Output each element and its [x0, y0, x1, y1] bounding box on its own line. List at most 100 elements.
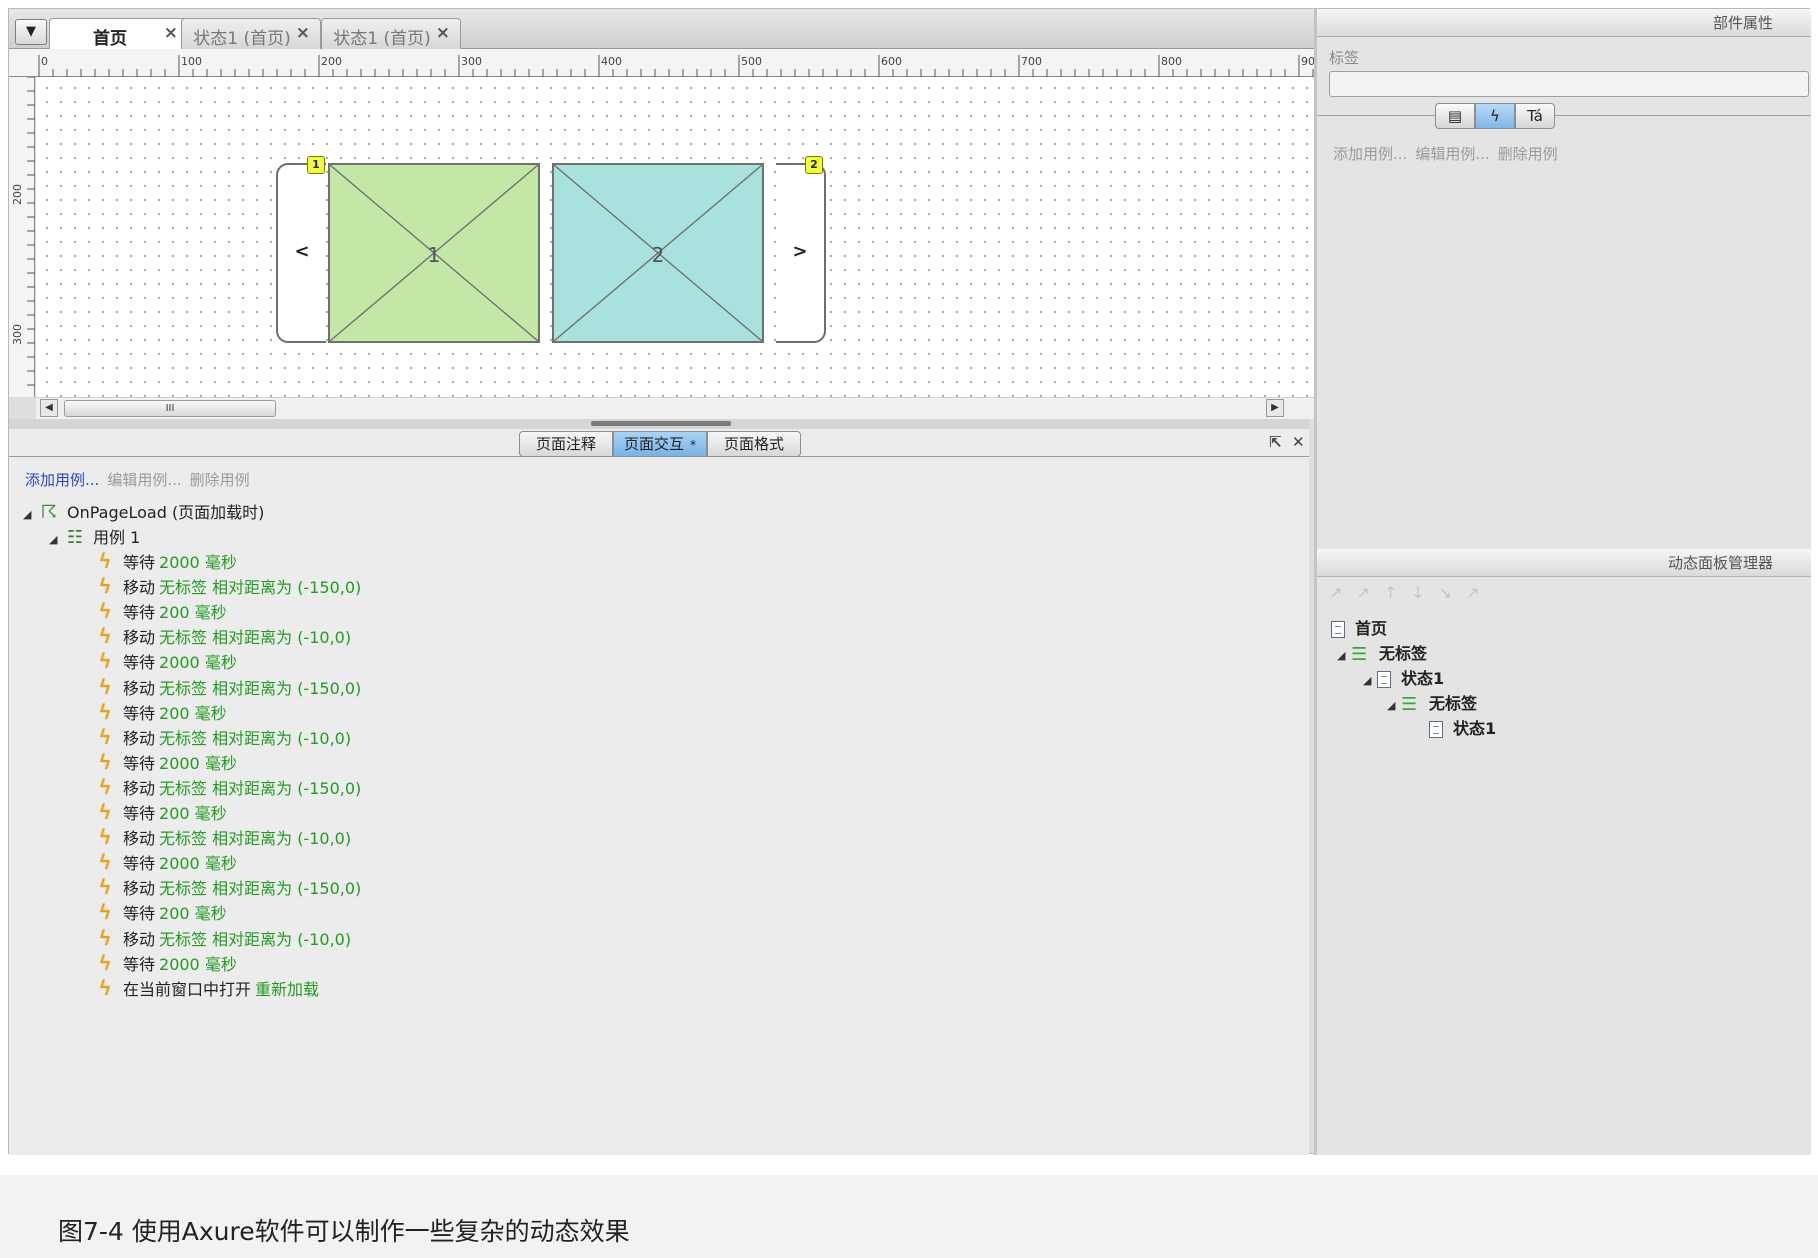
tree-item-nested-state[interactable]: 状态1 [1429, 715, 1496, 740]
lightning-bolt-icon: ϟ [98, 574, 112, 599]
action-row[interactable]: ϟ 等待 2000 毫秒 [93, 749, 237, 775]
action-target: 2000 毫秒 [159, 854, 237, 874]
expand-triangle-icon[interactable]: ◢ [1387, 699, 1401, 712]
action-target: 无标签 相对距离为 (-150,0) [159, 778, 362, 798]
action-name: 移动 [123, 728, 156, 748]
layers-icon: ☰ [1351, 644, 1368, 665]
tree-item-state[interactable]: ◢ 状态1 [1363, 665, 1444, 690]
delete-case-link[interactable]: 删除用例 [190, 471, 250, 489]
action-row[interactable]: ϟ 移动 无标签 相对距离为 (-10,0) [93, 624, 351, 649]
interaction-badge-2[interactable]: 2 [805, 156, 823, 174]
action-target: 无标签 相对距离为 (-10,0) [159, 829, 352, 849]
label-field-caption: 标签 [1329, 49, 1360, 67]
tab-close-icon[interactable]: × [436, 23, 450, 43]
delete-case-link[interactable]: 删除用例 [1498, 145, 1558, 163]
carousel-prev-button[interactable]: < [276, 163, 326, 343]
widget-style-tab[interactable]: Tá [1515, 103, 1555, 129]
action-row[interactable]: ϟ 移动 无标签 相对距离为 (-10,0) [93, 825, 351, 850]
tree-item-nested-panel[interactable]: ◢ ☰ 无标签 [1387, 690, 1477, 715]
action-row[interactable]: ϟ 移动 无标签 相对距离为 (-150,0) [93, 675, 361, 700]
action-row[interactable]: ϟ 等待 2000 毫秒 [93, 549, 236, 574]
tree-item-home[interactable]: 首页 [1331, 615, 1387, 640]
tab-page-style[interactable]: 页面格式 [707, 431, 801, 457]
action-row[interactable]: ϟ 等待 2000 毫秒 [93, 850, 237, 875]
tab-state1-second[interactable]: 状态1 (首页) × [321, 18, 461, 50]
action-target: 200 毫秒 [159, 603, 227, 623]
action-row[interactable]: ϟ 移动 无标签 相对距离为 (-150,0) [93, 775, 361, 800]
expand-triangle-icon[interactable]: ◢ [49, 533, 63, 546]
scroll-right-icon[interactable]: ▶ [1266, 399, 1284, 417]
splitter-grip[interactable] [591, 421, 731, 426]
close-panel-icon[interactable]: ✕ [1292, 433, 1305, 451]
tree-item-panel[interactable]: ◢ ☰ 无标签 [1337, 640, 1427, 665]
layers-icon: ☰ [1401, 694, 1418, 715]
action-row[interactable]: ϟ 等待 2000 毫秒 [93, 649, 237, 674]
scroll-left-icon[interactable]: ◀ [40, 399, 58, 417]
tree-item-label: 无标签 [1429, 694, 1478, 713]
ruler-label: 200 [321, 55, 342, 68]
action-target: 2000 毫秒 [159, 753, 237, 773]
case-row[interactable]: ◢ ☷ 用例 1 [49, 524, 140, 549]
action-target: 200 毫秒 [159, 904, 227, 924]
horizontal-scroll-thumb[interactable]: III [64, 400, 276, 417]
action-name: 等待 [123, 753, 156, 773]
action-row[interactable]: ϟ 等待 200 毫秒 [93, 599, 227, 624]
add-case-link[interactable]: 添加用例... [25, 471, 99, 489]
edit-case-link[interactable]: 编辑用例... [107, 471, 181, 489]
action-row[interactable]: ϟ 等待 200 毫秒 [93, 800, 227, 825]
tree-item-label: 状态1 [1401, 669, 1445, 688]
action-row[interactable]: ϟ 移动 无标签 相对距离为 (-10,0) [93, 926, 351, 951]
action-name: 移动 [123, 879, 156, 899]
action-row[interactable]: ϟ 移动 无标签 相对距离为 (-150,0) [93, 875, 361, 900]
tree-item-label: 状态1 [1453, 719, 1497, 738]
expand-triangle-icon[interactable]: ◢ [23, 508, 37, 521]
action-target: 2000 毫秒 [159, 653, 237, 673]
action-target: 无标签 相对距离为 (-10,0) [159, 728, 352, 748]
expand-triangle-icon[interactable]: ◢ [1337, 649, 1351, 662]
action-row[interactable]: ϟ 等待 200 毫秒 [93, 900, 227, 925]
action-row[interactable]: ϟ 移动 无标签 相对距离为 (-150,0) [93, 574, 361, 599]
action-name: 移动 [123, 678, 156, 698]
tab-label: 页面交互 [623, 435, 684, 453]
action-row[interactable]: ϟ 移动 无标签 相对距离为 (-10,0) [93, 725, 351, 750]
page-icon [1331, 621, 1345, 638]
widget-notes-tab[interactable]: ▤ [1435, 103, 1475, 129]
tab-page-notes[interactable]: 页面注释 [519, 431, 613, 457]
image-placeholder-1[interactable]: 1 [328, 163, 540, 343]
dynamic-panel-toolbar[interactable]: ↗↗↑↓↘↗ [1329, 583, 1809, 605]
ruler-label: 700 [1021, 55, 1042, 68]
event-row[interactable]: ◢ ☈ OnPageLoad (页面加载时) [23, 499, 264, 524]
action-row[interactable]: ϟ 在当前窗口中打开 重新加载 [93, 976, 319, 1001]
page-properties-tab-bar: 页面注释 页面交互 * 页面格式 ⇱ ✕ [9, 429, 1309, 457]
action-name: 移动 [123, 628, 156, 648]
action-name: 移动 [123, 829, 156, 849]
action-row[interactable]: ϟ 等待 2000 毫秒 [93, 951, 237, 976]
interaction-badge-1[interactable]: 1 [307, 156, 325, 174]
action-target: 2000 毫秒 [159, 954, 237, 974]
tab-home[interactable]: 首页 × [49, 18, 189, 51]
edit-case-link[interactable]: 编辑用例... [1415, 145, 1489, 163]
widget-interactions-tab[interactable]: ϟ [1475, 103, 1515, 129]
canvas-horizontal-scrollbar[interactable]: ◀ III ▶ [36, 397, 1506, 419]
tab-close-icon[interactable]: × [164, 23, 178, 43]
action-target: 无标签 相对距离为 (-150,0) [159, 879, 362, 899]
add-case-link[interactable]: 添加用例... [1333, 145, 1407, 163]
panel-splitter[interactable] [9, 419, 1309, 429]
undock-panel-icon[interactable]: ⇱ [1269, 433, 1282, 451]
tab-list-dropdown-button[interactable]: ▼ [15, 19, 47, 45]
lightning-bolt-icon: ϟ [98, 800, 112, 824]
image-label: 1 [427, 243, 441, 267]
action-target: 200 毫秒 [159, 804, 227, 823]
figure-caption: 图7-4 使用Axure软件可以制作一些复杂的动态效果 [58, 1217, 630, 1246]
widget-label-input[interactable] [1329, 71, 1809, 97]
expand-triangle-icon[interactable]: ◢ [1363, 674, 1377, 687]
tab-state1[interactable]: 状态1 (首页) × [181, 18, 321, 50]
image-placeholder-2[interactable]: 2 [552, 163, 764, 343]
action-row[interactable]: ϟ 等待 200 毫秒 [93, 700, 226, 725]
page-tab-bar: ▼ 首页 × 状态1 (首页) × 状态1 (首页) × [9, 9, 1517, 51]
tab-page-interactions[interactable]: 页面交互 * [613, 431, 707, 457]
carousel-next-button[interactable]: > [776, 163, 826, 343]
design-canvas[interactable]: < 1 2 > 1 2 [36, 77, 1486, 397]
tab-close-icon[interactable]: × [296, 23, 310, 43]
lightning-bolt-icon: ϟ [98, 749, 112, 774]
